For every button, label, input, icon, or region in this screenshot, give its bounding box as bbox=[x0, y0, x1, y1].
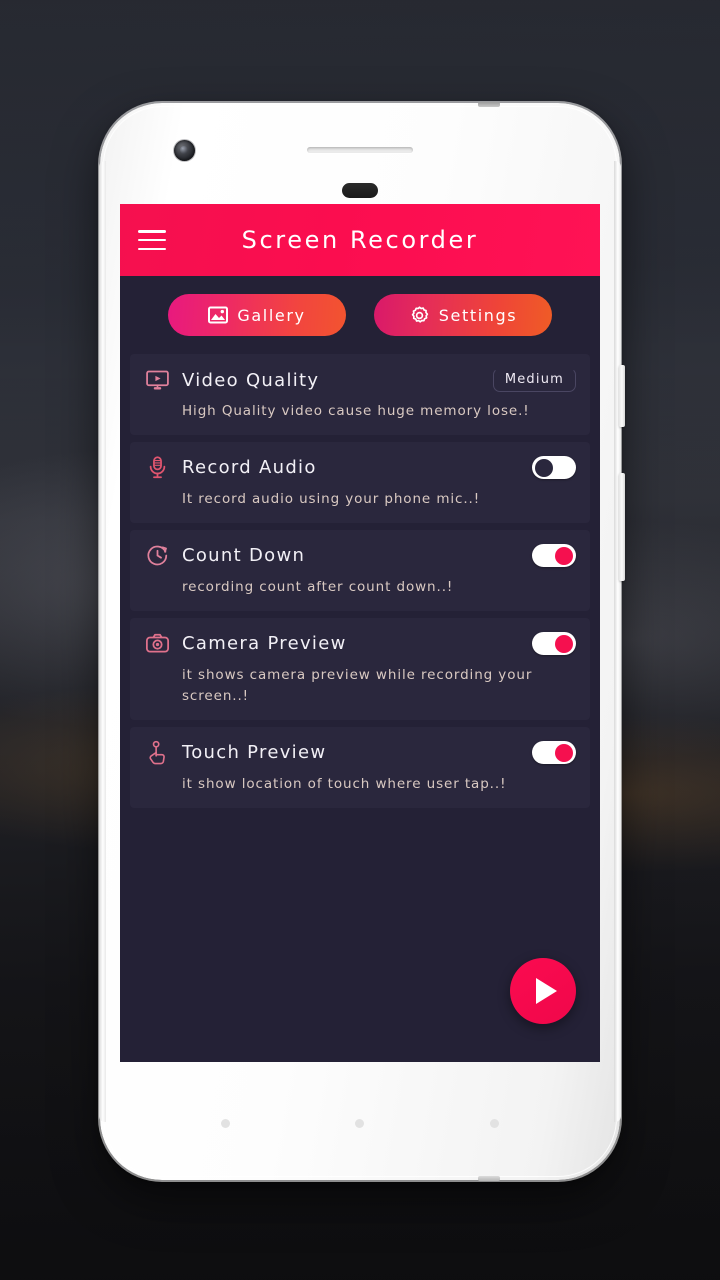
nav-key-recents[interactable] bbox=[490, 1119, 500, 1128]
app-bar: Screen Recorder bbox=[120, 204, 600, 276]
start-record-fab[interactable] bbox=[510, 958, 576, 1024]
hand-tap-icon bbox=[144, 740, 170, 766]
setting-title: Touch Preview bbox=[182, 742, 327, 764]
settings-list: Video Quality Medium High Quality video … bbox=[120, 352, 600, 808]
nav-key-back[interactable] bbox=[220, 1119, 230, 1128]
gallery-button[interactable]: Gallery bbox=[168, 294, 346, 336]
device-left-edge bbox=[99, 161, 106, 1122]
power-button[interactable] bbox=[619, 365, 625, 427]
touch-preview-toggle[interactable] bbox=[532, 741, 576, 765]
phone-device: Screen Recorder Gallery Settings Video Q… bbox=[99, 102, 625, 1181]
setting-title: Record Audio bbox=[182, 457, 317, 479]
image-icon bbox=[208, 306, 229, 324]
setting-description: recording count after count down..! bbox=[182, 578, 454, 595]
earpiece-speaker bbox=[307, 147, 413, 153]
setting-header: Touch Preview bbox=[144, 740, 576, 766]
setting-row-camera-preview[interactable]: Camera Preview it shows camera preview w… bbox=[130, 617, 590, 720]
device-top-antenna-line bbox=[478, 102, 500, 107]
setting-description: it shows camera preview while recording … bbox=[182, 666, 533, 704]
quick-actions-row: Gallery Settings bbox=[120, 276, 600, 352]
record-audio-toggle[interactable] bbox=[532, 456, 576, 480]
device-bottom-antenna-line bbox=[478, 1176, 500, 1181]
play-icon bbox=[535, 978, 557, 1004]
page-title: Screen Recorder bbox=[241, 226, 479, 254]
setting-row-record-audio[interactable]: Record Audio It record audio using your … bbox=[130, 441, 590, 523]
setting-description: it show location of touch where user tap… bbox=[182, 775, 507, 792]
setting-row-video-quality[interactable]: Video Quality Medium High Quality video … bbox=[130, 354, 590, 435]
setting-header: Count Down bbox=[144, 543, 576, 569]
microphone-icon bbox=[144, 455, 170, 481]
setting-description: It record audio using your phone mic..! bbox=[182, 490, 481, 507]
setting-description: High Quality video cause huge memory los… bbox=[182, 403, 530, 419]
camera-preview-toggle[interactable] bbox=[532, 632, 576, 656]
setting-header: Video Quality Medium bbox=[144, 367, 576, 393]
video-quality-value-chip[interactable]: Medium bbox=[492, 368, 576, 392]
monitor-play-icon bbox=[144, 367, 170, 393]
gallery-button-label: Gallery bbox=[237, 305, 306, 325]
phone-screen: Screen Recorder Gallery Settings Video Q… bbox=[120, 204, 600, 1062]
volume-button[interactable] bbox=[619, 473, 625, 581]
settings-button-label: Settings bbox=[438, 305, 518, 325]
setting-title: Count Down bbox=[182, 545, 306, 567]
count-down-toggle[interactable] bbox=[532, 544, 576, 568]
capacitive-nav-keys bbox=[100, 1119, 620, 1128]
settings-button[interactable]: Settings bbox=[374, 294, 552, 336]
setting-title: Camera Preview bbox=[182, 633, 347, 655]
front-camera-icon bbox=[174, 140, 195, 161]
clock-timer-icon bbox=[144, 543, 170, 569]
setting-row-count-down[interactable]: Count Down recording count after count d… bbox=[130, 529, 590, 611]
hamburger-menu-icon[interactable] bbox=[138, 230, 166, 250]
setting-row-touch-preview[interactable]: Touch Preview it show location of touch … bbox=[130, 726, 590, 808]
proximity-sensor bbox=[342, 183, 378, 198]
device-right-edge bbox=[614, 161, 621, 1122]
setting-header: Record Audio bbox=[144, 455, 576, 481]
nav-key-home[interactable] bbox=[355, 1119, 365, 1128]
camera-icon bbox=[144, 631, 170, 657]
setting-header: Camera Preview bbox=[144, 631, 576, 657]
setting-title: Video Quality bbox=[182, 369, 320, 391]
gear-icon bbox=[411, 305, 428, 323]
